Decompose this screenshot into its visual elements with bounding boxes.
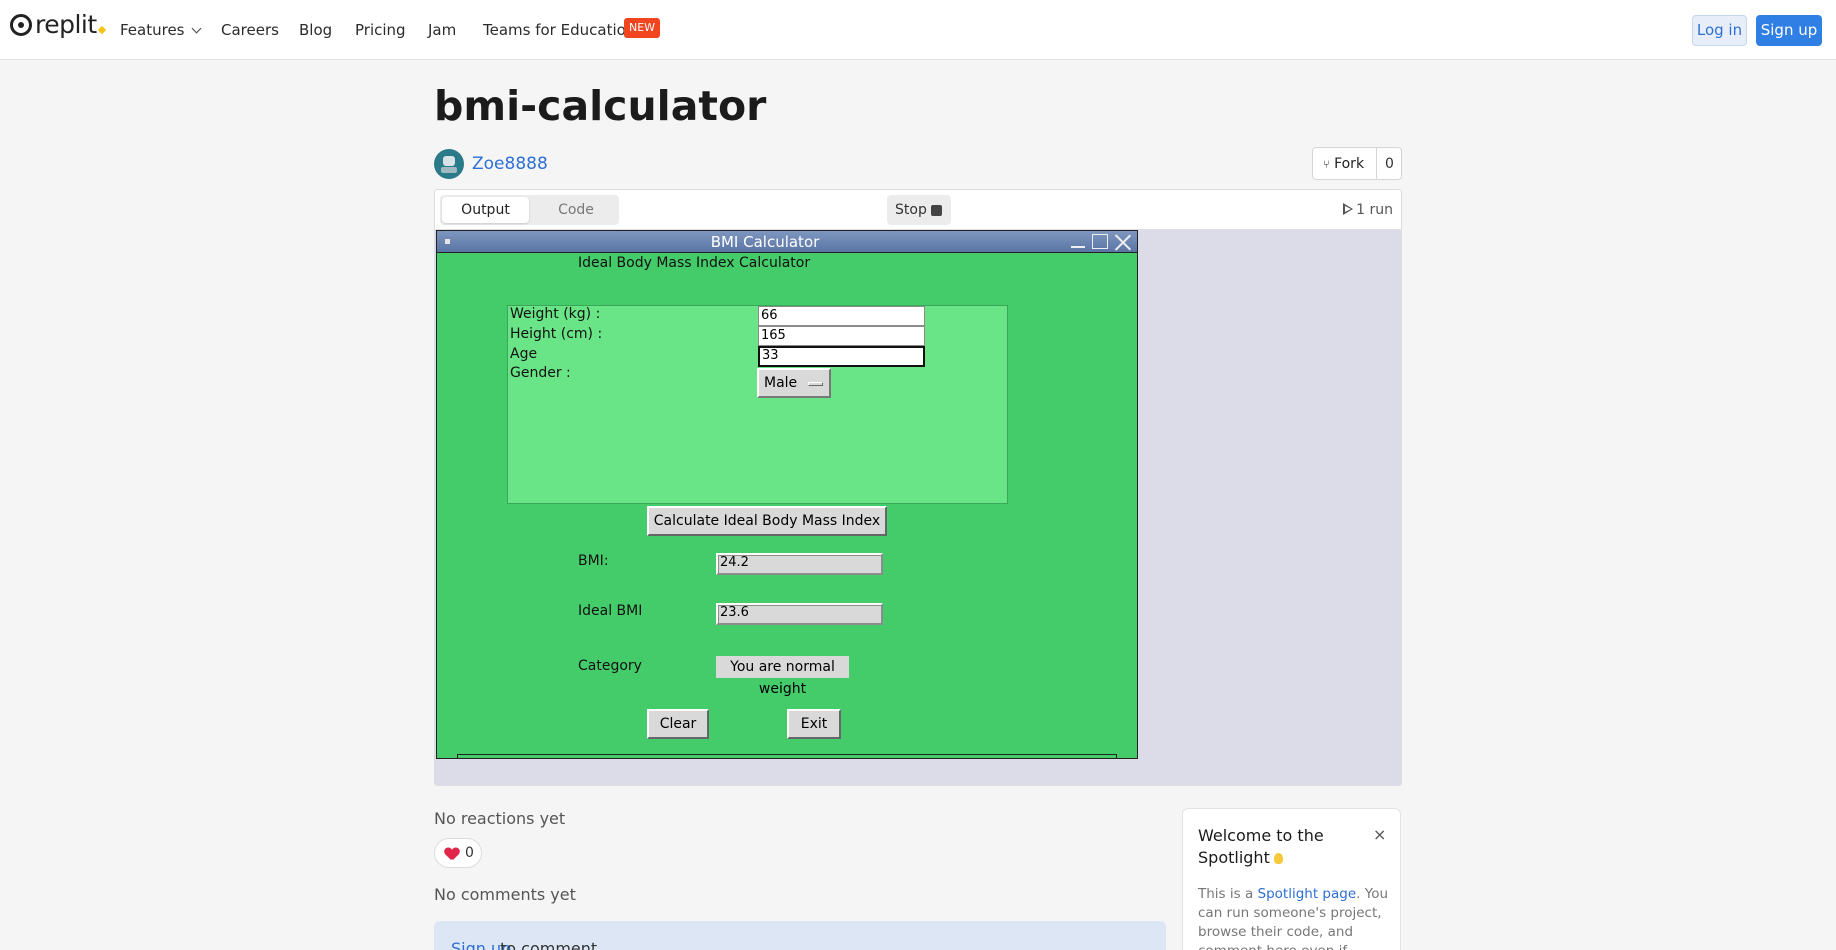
weight-label: Weight (kg) : xyxy=(510,306,601,322)
heart-reaction-button[interactable]: 0 xyxy=(434,838,482,868)
logo-dot-icon xyxy=(97,25,106,35)
heart-count: 0 xyxy=(465,845,474,861)
stop-label: Stop xyxy=(895,202,927,218)
gender-select[interactable]: Male xyxy=(757,368,831,398)
nav-jam[interactable]: Jam xyxy=(428,20,456,40)
bmi-app-window: BMI Calculator Ideal Body Mass Index Cal… xyxy=(436,230,1138,759)
nav-careers[interactable]: Careers xyxy=(221,20,279,40)
exit-button[interactable]: Exit xyxy=(787,709,841,739)
option-indicator-icon xyxy=(808,382,823,386)
spotlight-page-link[interactable]: Spotlight page xyxy=(1258,886,1357,902)
close-icon[interactable] xyxy=(1114,233,1132,251)
comment-signup-text: to comment xyxy=(500,939,598,950)
gender-select-value: Male xyxy=(764,375,798,391)
height-input[interactable]: 165 xyxy=(758,326,925,346)
app-heading: Ideal Body Mass Index Calculator xyxy=(578,255,811,271)
login-button[interactable]: Log in xyxy=(1692,15,1747,46)
run-count: 1 run xyxy=(1342,201,1393,219)
author-link[interactable]: Zoe8888 xyxy=(472,154,548,174)
height-label: Height (cm) : xyxy=(510,326,603,342)
window-titlebar[interactable]: BMI Calculator xyxy=(437,231,1137,253)
spotlight-card: Welcome to the Spotlight × This is a Spo… xyxy=(1182,808,1401,950)
window-bottom-edge xyxy=(457,754,1117,758)
logo-text: replit xyxy=(35,10,97,39)
fork-count: 0 xyxy=(1385,156,1394,172)
lightbulb-icon xyxy=(1273,853,1283,864)
fork-icon: ⑂ xyxy=(1323,158,1330,171)
fork-label: Fork xyxy=(1334,156,1365,172)
avatar[interactable] xyxy=(434,149,464,179)
nav-pricing[interactable]: Pricing xyxy=(355,20,406,40)
heart-icon xyxy=(445,848,459,861)
input-frame: Weight (kg) : Height (cm) : Age Gender :… xyxy=(507,305,1008,504)
age-label: Age xyxy=(510,346,538,362)
page-title: bmi-calculator xyxy=(434,82,767,130)
no-reactions-text: No reactions yet xyxy=(434,809,566,828)
spotlight-title-text: Welcome to the Spotlight xyxy=(1198,826,1324,867)
gender-label: Gender : xyxy=(510,365,571,381)
signup-button[interactable]: Sign up xyxy=(1756,15,1822,46)
panel-header: Output Code Stop 1 run xyxy=(435,190,1401,230)
ideal-bmi-output[interactable]: 23.6 xyxy=(716,603,883,625)
top-nav: replit Features Careers Blog Pricing Jam… xyxy=(0,0,1836,60)
minimize-icon[interactable] xyxy=(1071,246,1085,248)
maximize-icon[interactable] xyxy=(1092,234,1108,249)
bmi-output[interactable]: 24.2 xyxy=(716,553,883,575)
replit-logo-icon xyxy=(10,14,32,36)
view-tabs: Output Code xyxy=(440,195,619,225)
fork-button[interactable]: ⑂ Fork 0 xyxy=(1312,147,1402,180)
calculate-button[interactable]: Calculate Ideal Body Mass Index xyxy=(647,506,887,536)
spotlight-close-icon[interactable]: × xyxy=(1373,827,1386,843)
nav-features[interactable]: Features xyxy=(120,20,201,40)
weight-input[interactable]: 66 xyxy=(758,306,925,326)
window-title: BMI Calculator xyxy=(710,233,820,251)
bmi-label: BMI: xyxy=(578,553,609,569)
chevron-down-icon xyxy=(191,23,201,34)
spotlight-title: Welcome to the Spotlight xyxy=(1198,825,1358,869)
fork-divider xyxy=(1376,148,1377,179)
stop-button[interactable]: Stop xyxy=(887,195,951,225)
nav-teams-for-education[interactable]: Teams for Education xyxy=(483,20,635,40)
clear-button[interactable]: Clear xyxy=(647,709,709,739)
tab-code[interactable]: Code xyxy=(534,197,618,223)
spotlight-body-prefix: This is a xyxy=(1198,886,1258,902)
category-label: Category xyxy=(578,658,642,674)
no-comments-text: No comments yet xyxy=(434,885,576,904)
play-icon xyxy=(1342,203,1353,215)
stop-icon xyxy=(931,205,942,216)
age-input[interactable]: 33 xyxy=(758,346,925,367)
tab-output[interactable]: Output xyxy=(442,197,529,223)
nav-features-label: Features xyxy=(120,21,185,39)
output-panel: Output Code Stop 1 run BMI Calculator Id… xyxy=(434,189,1402,786)
nav-blog[interactable]: Blog xyxy=(299,20,332,40)
category-output: You are normal weight xyxy=(716,656,849,697)
spotlight-body: This is a Spotlight page. You can run so… xyxy=(1198,885,1388,950)
ideal-bmi-label: Ideal BMI xyxy=(578,603,643,619)
replit-logo[interactable]: replit xyxy=(10,10,106,39)
run-count-label: 1 run xyxy=(1356,202,1393,218)
fork-label-wrap: ⑂ Fork xyxy=(1323,155,1364,174)
new-badge: NEW xyxy=(624,18,661,38)
comment-signup-box: Sign up to comment xyxy=(434,921,1166,950)
